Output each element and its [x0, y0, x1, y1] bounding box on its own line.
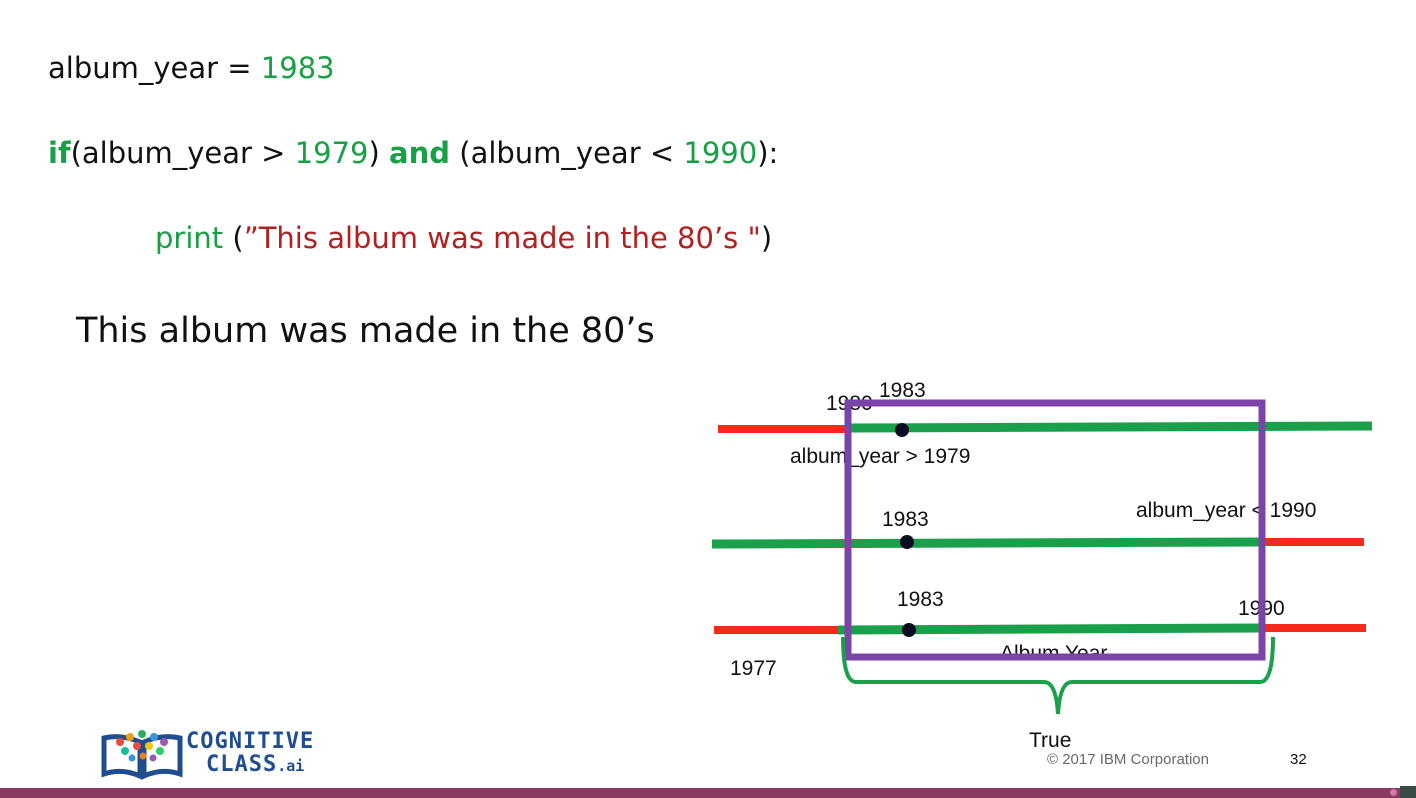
logo-line1: COGNITIVE: [186, 729, 315, 754]
slide-page-number: 32: [1290, 751, 1307, 768]
logo-line2-wrapper: CLASS.ai: [186, 753, 314, 778]
row3-value-dot: [902, 623, 916, 637]
row2-true-segment: [711, 537, 1263, 549]
label-mask: [990, 662, 1140, 680]
number-line-diagram: 1980 1983 album_year > 1979 1983 album_y…: [711, 379, 1373, 752]
progress-bar-end: [1400, 786, 1416, 798]
row1-value-label: 1983: [879, 379, 926, 402]
row1-condition-label: album_year > 1979: [790, 445, 970, 468]
logo-suffix: .ai: [277, 757, 305, 775]
row3-value-label: 1983: [897, 588, 944, 611]
row2-value-dot: [900, 535, 914, 549]
book-brain-icon: [101, 730, 183, 780]
row2-condition-label: album_year < 1990: [1136, 499, 1316, 522]
slide: album_year = 1983 if(album_year > 1979) …: [0, 0, 1416, 798]
row1-value-dot: [895, 423, 909, 437]
row2-value-label: 1983: [882, 508, 929, 531]
row3-true-segment: [837, 623, 1263, 635]
copyright-text: © 2017 IBM Corporation: [1047, 751, 1209, 768]
progress-bar: [0, 788, 1416, 798]
cognitive-class-logo: COGNITIVE CLASS.ai: [100, 728, 330, 780]
row3-start-label: 1977: [730, 657, 777, 680]
logo-line2: CLASS: [206, 752, 278, 777]
progress-dot: [1390, 789, 1397, 796]
result-true-label: True: [1029, 729, 1071, 752]
row1-true-segment: [849, 421, 1373, 433]
logo-wordmark: COGNITIVE CLASS.ai: [186, 730, 314, 778]
